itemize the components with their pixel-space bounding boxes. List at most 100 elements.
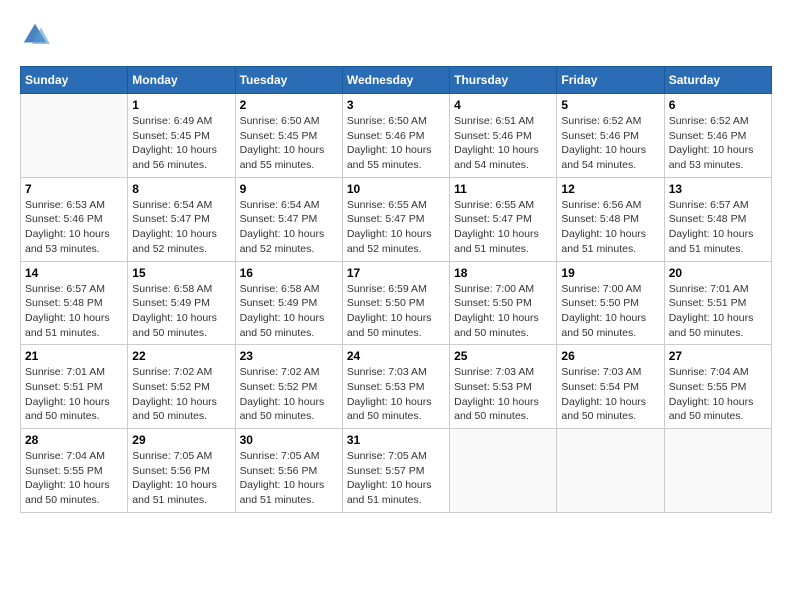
calendar-cell: 21 Sunrise: 7:01 AM Sunset: 5:51 PM Dayli… [21, 345, 128, 429]
day-info: Sunrise: 6:49 AM Sunset: 5:45 PM Dayligh… [132, 114, 230, 173]
logo-icon [20, 20, 50, 50]
day-info: Sunrise: 6:50 AM Sunset: 5:45 PM Dayligh… [240, 114, 338, 173]
calendar-cell: 16 Sunrise: 6:58 AM Sunset: 5:49 PM Dayli… [235, 261, 342, 345]
day-info: Sunrise: 7:03 AM Sunset: 5:53 PM Dayligh… [454, 365, 552, 424]
page-header [20, 20, 772, 50]
calendar-cell: 6Sunrise: 6:52 AM Sunset: 5:46 PM Daylig… [664, 94, 771, 178]
day-info: Sunrise: 7:04 AM Sunset: 5:55 PM Dayligh… [669, 365, 767, 424]
calendar-cell: 3 Sunrise: 6:50 AM Sunset: 5:46 PM Daylig… [342, 94, 449, 178]
day-info: Sunrise: 7:00 AM Sunset: 5:50 PM Dayligh… [454, 282, 552, 341]
calendar-cell: 13 Sunrise: 6:57 AM Sunset: 5:48 PM Dayli… [664, 177, 771, 261]
calendar-cell: 12 Sunrise: 6:56 AM Sunset: 5:48 PM Dayli… [557, 177, 664, 261]
calendar-cell: 7 Sunrise: 6:53 AM Sunset: 5:46 PM Daylig… [21, 177, 128, 261]
day-number: 10 [347, 182, 445, 196]
day-info: Sunrise: 6:59 AM Sunset: 5:50 PM Dayligh… [347, 282, 445, 341]
day-number: 9 [240, 182, 338, 196]
day-number: 3 [347, 98, 445, 112]
day-info: Sunrise: 6:51 AM Sunset: 5:46 PM Dayligh… [454, 114, 552, 173]
calendar-cell: 9 Sunrise: 6:54 AM Sunset: 5:47 PM Daylig… [235, 177, 342, 261]
calendar-cell: 30 Sunrise: 7:05 AM Sunset: 5:56 PM Dayli… [235, 429, 342, 513]
calendar-cell: 5Sunrise: 6:52 AM Sunset: 5:46 PM Daylig… [557, 94, 664, 178]
day-number: 25 [454, 349, 552, 363]
calendar-cell: 31 Sunrise: 7:05 AM Sunset: 5:57 PM Dayli… [342, 429, 449, 513]
day-info: Sunrise: 6:55 AM Sunset: 5:47 PM Dayligh… [454, 198, 552, 257]
calendar-cell: 24 Sunrise: 7:03 AM Sunset: 5:53 PM Dayli… [342, 345, 449, 429]
day-number: 27 [669, 349, 767, 363]
day-number: 14 [25, 266, 123, 280]
calendar-cell: 1 Sunrise: 6:49 AM Sunset: 5:45 PM Daylig… [128, 94, 235, 178]
day-number: 31 [347, 433, 445, 447]
day-header-saturday: Saturday [664, 67, 771, 94]
day-number: 11 [454, 182, 552, 196]
calendar-cell [450, 429, 557, 513]
day-info: Sunrise: 6:54 AM Sunset: 5:47 PM Dayligh… [240, 198, 338, 257]
calendar-cell: 29 Sunrise: 7:05 AM Sunset: 5:56 PM Dayli… [128, 429, 235, 513]
day-info: Sunrise: 7:01 AM Sunset: 5:51 PM Dayligh… [25, 365, 123, 424]
calendar-cell: 17 Sunrise: 6:59 AM Sunset: 5:50 PM Dayli… [342, 261, 449, 345]
day-number: 16 [240, 266, 338, 280]
calendar-cell: 15 Sunrise: 6:58 AM Sunset: 5:49 PM Dayli… [128, 261, 235, 345]
day-info: Sunrise: 6:56 AM Sunset: 5:48 PM Dayligh… [561, 198, 659, 257]
day-number: 26 [561, 349, 659, 363]
calendar-cell: 22 Sunrise: 7:02 AM Sunset: 5:52 PM Dayli… [128, 345, 235, 429]
day-info: Sunrise: 7:02 AM Sunset: 5:52 PM Dayligh… [240, 365, 338, 424]
day-number: 12 [561, 182, 659, 196]
day-info: Sunrise: 7:05 AM Sunset: 5:56 PM Dayligh… [132, 449, 230, 508]
day-header-monday: Monday [128, 67, 235, 94]
day-info: Sunrise: 7:02 AM Sunset: 5:52 PM Dayligh… [132, 365, 230, 424]
day-info: Sunrise: 6:57 AM Sunset: 5:48 PM Dayligh… [669, 198, 767, 257]
day-number: 8 [132, 182, 230, 196]
calendar-cell: 19 Sunrise: 7:00 AM Sunset: 5:50 PM Dayli… [557, 261, 664, 345]
calendar-cell: 4 Sunrise: 6:51 AM Sunset: 5:46 PM Daylig… [450, 94, 557, 178]
day-info: Sunrise: 6:50 AM Sunset: 5:46 PM Dayligh… [347, 114, 445, 173]
day-number: 20 [669, 266, 767, 280]
day-header-sunday: Sunday [21, 67, 128, 94]
day-info: Sunrise: 7:03 AM Sunset: 5:53 PM Dayligh… [347, 365, 445, 424]
day-number: 29 [132, 433, 230, 447]
day-info: Sunrise: 7:05 AM Sunset: 5:57 PM Dayligh… [347, 449, 445, 508]
day-header-tuesday: Tuesday [235, 67, 342, 94]
day-info: Sunrise: 7:04 AM Sunset: 5:55 PM Dayligh… [25, 449, 123, 508]
calendar-cell: 23 Sunrise: 7:02 AM Sunset: 5:52 PM Dayli… [235, 345, 342, 429]
calendar-cell: 27 Sunrise: 7:04 AM Sunset: 5:55 PM Dayli… [664, 345, 771, 429]
day-number: 24 [347, 349, 445, 363]
day-info: Sunrise: 6:58 AM Sunset: 5:49 PM Dayligh… [240, 282, 338, 341]
day-number: 7 [25, 182, 123, 196]
day-info: Sunrise: 7:03 AM Sunset: 5:54 PM Dayligh… [561, 365, 659, 424]
calendar-cell: 26 Sunrise: 7:03 AM Sunset: 5:54 PM Dayli… [557, 345, 664, 429]
day-header-friday: Friday [557, 67, 664, 94]
day-info: Sunrise: 7:00 AM Sunset: 5:50 PM Dayligh… [561, 282, 659, 341]
calendar-cell: 8 Sunrise: 6:54 AM Sunset: 5:47 PM Daylig… [128, 177, 235, 261]
day-info: Sunrise: 7:01 AM Sunset: 5:51 PM Dayligh… [669, 282, 767, 341]
logo [20, 20, 52, 50]
calendar-cell: 2 Sunrise: 6:50 AM Sunset: 5:45 PM Daylig… [235, 94, 342, 178]
day-number: 21 [25, 349, 123, 363]
day-info: Sunrise: 6:52 AM Sunset: 5:46 PM Dayligh… [561, 114, 659, 173]
day-number: 4 [454, 98, 552, 112]
day-number: 17 [347, 266, 445, 280]
calendar-cell: 25 Sunrise: 7:03 AM Sunset: 5:53 PM Dayli… [450, 345, 557, 429]
calendar-cell: 10 Sunrise: 6:55 AM Sunset: 5:47 PM Dayli… [342, 177, 449, 261]
day-info: Sunrise: 6:58 AM Sunset: 5:49 PM Dayligh… [132, 282, 230, 341]
day-info: Sunrise: 6:55 AM Sunset: 5:47 PM Dayligh… [347, 198, 445, 257]
day-header-wednesday: Wednesday [342, 67, 449, 94]
day-info: Sunrise: 6:57 AM Sunset: 5:48 PM Dayligh… [25, 282, 123, 341]
day-number: 2 [240, 98, 338, 112]
day-number: 13 [669, 182, 767, 196]
day-number: 6 [669, 98, 767, 112]
day-info: Sunrise: 6:53 AM Sunset: 5:46 PM Dayligh… [25, 198, 123, 257]
day-info: Sunrise: 7:05 AM Sunset: 5:56 PM Dayligh… [240, 449, 338, 508]
calendar-table: SundayMondayTuesdayWednesdayThursdayFrid… [20, 66, 772, 513]
calendar-cell [557, 429, 664, 513]
day-number: 22 [132, 349, 230, 363]
day-number: 30 [240, 433, 338, 447]
calendar-cell: 11 Sunrise: 6:55 AM Sunset: 5:47 PM Dayli… [450, 177, 557, 261]
day-header-thursday: Thursday [450, 67, 557, 94]
day-number: 28 [25, 433, 123, 447]
day-number: 23 [240, 349, 338, 363]
day-number: 15 [132, 266, 230, 280]
day-number: 1 [132, 98, 230, 112]
day-number: 19 [561, 266, 659, 280]
day-info: Sunrise: 6:54 AM Sunset: 5:47 PM Dayligh… [132, 198, 230, 257]
calendar-cell: 28 Sunrise: 7:04 AM Sunset: 5:55 PM Dayli… [21, 429, 128, 513]
